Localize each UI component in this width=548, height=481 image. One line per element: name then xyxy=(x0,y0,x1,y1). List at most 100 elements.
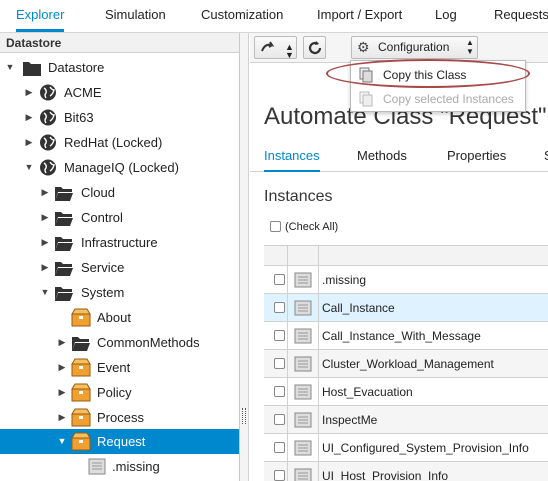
reload-options-button[interactable]: ▲ ▼ xyxy=(254,36,297,60)
instance-icon xyxy=(294,384,312,400)
column-divider xyxy=(318,294,319,321)
expanded-arrow-icon[interactable]: ▼ xyxy=(57,429,67,454)
tree-node-bit63[interactable]: ▶ Bit63 xyxy=(0,105,239,130)
tree-node-label: Datastore xyxy=(48,60,105,75)
tree-node-service[interactable]: ▶ Service xyxy=(0,255,239,280)
column-divider xyxy=(318,266,319,293)
tree-node-datastore[interactable]: ▼ Datastore xyxy=(0,55,239,80)
row-name: Call_Instance_With_Message xyxy=(322,329,481,343)
menu-item-copy-instances[interactable]: Copy selected Instances xyxy=(351,87,527,111)
table-row[interactable]: Call_Instance xyxy=(264,294,548,322)
tree-node-infrastructure[interactable]: ▶ Infrastructure xyxy=(0,230,239,255)
collapsed-arrow-icon[interactable]: ▶ xyxy=(40,180,50,205)
tab-explorer[interactable]: Explorer xyxy=(16,0,65,32)
column-divider xyxy=(287,294,288,321)
collapsed-arrow-icon[interactable]: ▶ xyxy=(40,230,50,255)
tab-import-export[interactable]: Import / Export xyxy=(317,0,402,32)
instance-icon xyxy=(294,300,312,316)
collapsed-arrow-icon[interactable]: ▶ xyxy=(24,130,34,155)
collapsed-arrow-icon[interactable]: ▶ xyxy=(40,205,50,230)
panel-splitter[interactable] xyxy=(240,33,249,481)
tree-node-manageiq[interactable]: ▼ ManageIQ (Locked) xyxy=(0,155,239,180)
tree-node-event[interactable]: ▶ Event xyxy=(0,355,239,380)
table-row[interactable]: InspectMe xyxy=(264,406,548,434)
class-icon xyxy=(71,383,91,402)
tree-node-label: Policy xyxy=(97,385,132,400)
column-divider xyxy=(287,406,288,433)
class-icon xyxy=(71,308,91,327)
row-checkbox[interactable] xyxy=(274,274,285,285)
tree-node-label: System xyxy=(81,285,125,300)
splitter-grip-icon[interactable] xyxy=(242,408,246,424)
table-row[interactable]: .missing xyxy=(264,266,548,294)
collapsed-arrow-icon[interactable]: ▶ xyxy=(57,405,67,430)
tab-schema[interactable]: S xyxy=(544,140,548,172)
panel-header: Datastore xyxy=(0,33,239,53)
instance-icon xyxy=(294,272,312,288)
row-checkbox[interactable] xyxy=(274,442,285,453)
tree-node-process[interactable]: ▶ Process xyxy=(0,405,239,430)
copy-icon xyxy=(359,67,373,83)
table-row[interactable]: Cluster_Workload_Management xyxy=(264,350,548,378)
row-checkbox[interactable] xyxy=(274,386,285,397)
folder-open-icon xyxy=(55,212,73,226)
main-content: ▲ ▼ ⚙ Configuration ▲ ▼ Automate Class "… xyxy=(250,33,548,481)
tab-log[interactable]: Log xyxy=(435,0,457,32)
refresh-button[interactable] xyxy=(303,36,326,59)
copy-icon xyxy=(359,91,373,107)
column-divider xyxy=(318,322,319,349)
row-checkbox[interactable] xyxy=(274,358,285,369)
expanded-arrow-icon[interactable]: ▼ xyxy=(5,55,15,80)
class-icon xyxy=(71,408,91,427)
row-name: UI_Host_Provision_Info xyxy=(322,469,449,481)
configuration-dropdown[interactable]: ⚙ Configuration ▲ ▼ xyxy=(351,36,478,59)
row-name: Host_Evacuation xyxy=(322,385,413,399)
expanded-arrow-icon[interactable]: ▼ xyxy=(40,280,50,305)
row-checkbox[interactable] xyxy=(274,414,285,425)
tree-node-commonmethods[interactable]: ▶ CommonMethods xyxy=(0,330,239,355)
check-all-checkbox[interactable] xyxy=(270,221,281,232)
collapsed-arrow-icon[interactable]: ▶ xyxy=(24,80,34,105)
caret-down-icon: ▼ xyxy=(466,47,474,56)
column-divider xyxy=(287,266,288,293)
check-all[interactable]: (Check All) xyxy=(270,221,338,233)
tab-properties[interactable]: Properties xyxy=(447,140,506,172)
table-row[interactable]: UI_Configured_System_Provision_Info xyxy=(264,434,548,462)
tree-node-policy[interactable]: ▶ Policy xyxy=(0,380,239,405)
row-checkbox[interactable] xyxy=(274,302,285,313)
tab-requests[interactable]: Requests xyxy=(494,0,548,32)
menu-item-copy-class[interactable]: Copy this Class xyxy=(351,63,527,87)
tree-node-request[interactable]: ▼ Request xyxy=(0,429,239,454)
tab-customization[interactable]: Customization xyxy=(201,0,283,32)
tab-simulation[interactable]: Simulation xyxy=(105,0,166,32)
tree-node-control[interactable]: ▶ Control xyxy=(0,205,239,230)
column-divider xyxy=(287,462,288,481)
tree-node-system[interactable]: ▼ System xyxy=(0,280,239,305)
tab-instances[interactable]: Instances xyxy=(264,140,320,172)
table-row[interactable]: UI_Host_Provision_Info xyxy=(264,462,548,481)
tab-methods[interactable]: Methods xyxy=(357,140,407,172)
collapsed-arrow-icon[interactable]: ▶ xyxy=(57,355,67,380)
instance-icon xyxy=(294,468,312,481)
tree-node-missing[interactable]: .missing xyxy=(0,454,239,479)
tree-node-acme[interactable]: ▶ ACME xyxy=(0,80,239,105)
row-checkbox[interactable] xyxy=(274,470,285,481)
expanded-arrow-icon[interactable]: ▼ xyxy=(24,155,34,180)
column-divider xyxy=(287,434,288,461)
collapsed-arrow-icon[interactable]: ▶ xyxy=(40,255,50,280)
tree-node-label: Cloud xyxy=(81,185,115,200)
collapsed-arrow-icon[interactable]: ▶ xyxy=(57,380,67,405)
tree-node-about[interactable]: About xyxy=(0,305,239,330)
folder-open-icon xyxy=(55,262,73,276)
row-name: UI_Configured_System_Provision_Info xyxy=(322,441,529,455)
gear-icon: ⚙ xyxy=(357,39,370,55)
table-row[interactable]: Host_Evacuation xyxy=(264,378,548,406)
tree-node-label: About xyxy=(97,310,131,325)
row-checkbox[interactable] xyxy=(274,330,285,341)
tree-node-redhat[interactable]: ▶ RedHat (Locked) xyxy=(0,130,239,155)
table-row[interactable]: Call_Instance_With_Message xyxy=(264,322,548,350)
column-divider xyxy=(318,462,319,481)
tree-node-cloud[interactable]: ▶ Cloud xyxy=(0,180,239,205)
collapsed-arrow-icon[interactable]: ▶ xyxy=(24,105,34,130)
collapsed-arrow-icon[interactable]: ▶ xyxy=(57,330,67,355)
